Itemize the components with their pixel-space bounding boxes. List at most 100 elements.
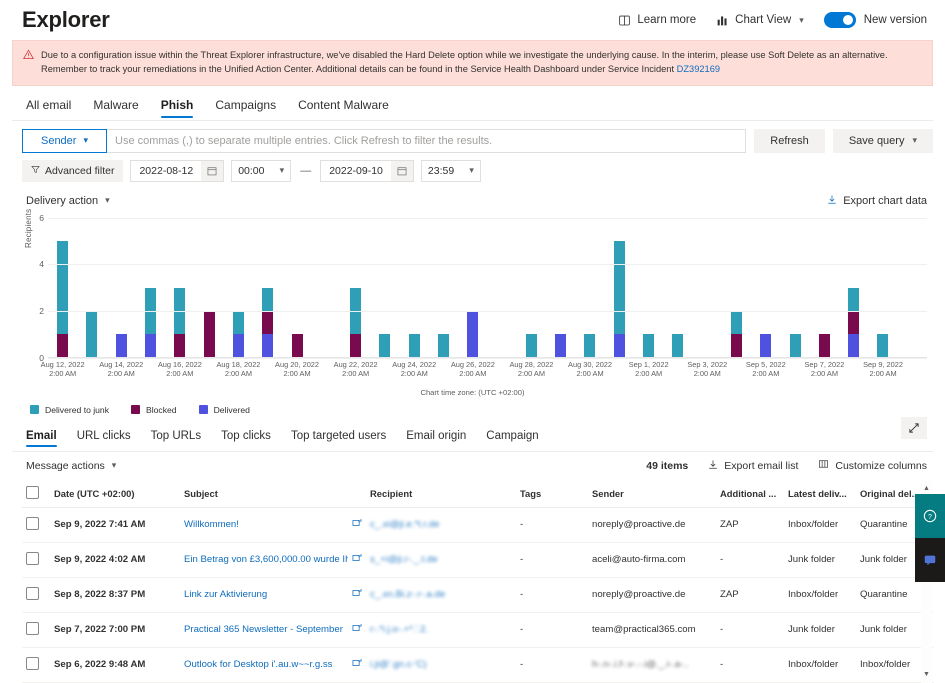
- chart-bar-slot[interactable]: [810, 218, 839, 358]
- chart-bar-slot[interactable]: [780, 218, 809, 358]
- toggle-switch[interactable]: [823, 12, 856, 28]
- export-chart-data-button[interactable]: Export chart data: [827, 194, 927, 208]
- col-header-sender[interactable]: Sender: [588, 480, 716, 508]
- open-email-icon[interactable]: [352, 623, 362, 636]
- chart-bar-slot[interactable]: [722, 218, 751, 358]
- scroll-up-arrow[interactable]: ▲: [921, 483, 932, 495]
- chart-bar-segment[interactable]: [584, 334, 596, 358]
- chart-bar-slot[interactable]: [194, 218, 223, 358]
- tab-all-email[interactable]: All email: [26, 98, 71, 118]
- tab-url-clicks[interactable]: URL clicks: [77, 430, 131, 447]
- chart-bar-segment[interactable]: [203, 311, 215, 358]
- tab-email-origin[interactable]: Email origin: [406, 430, 466, 447]
- chart-bar-segment[interactable]: [262, 287, 274, 312]
- export-email-list-button[interactable]: Export email list: [708, 459, 798, 473]
- chart-bar-slot[interactable]: [458, 218, 487, 358]
- cell-subject[interactable]: Practical 365 Newsletter - September: [180, 612, 366, 648]
- col-header-subject[interactable]: Subject: [180, 480, 366, 508]
- chart-bar-stack[interactable]: [848, 287, 860, 358]
- chart-bar-stack[interactable]: [672, 334, 684, 358]
- chart-bar-stack[interactable]: [57, 241, 69, 358]
- advanced-filter-button[interactable]: Advanced filter: [22, 159, 124, 182]
- chart-bar-segment[interactable]: [86, 311, 98, 358]
- chart-bar-segment[interactable]: [115, 334, 127, 358]
- service-incident-link[interactable]: DZ392169: [677, 64, 720, 74]
- chart-bar-slot[interactable]: [77, 218, 106, 358]
- chart-bar-segment[interactable]: [57, 241, 69, 335]
- subject-link[interactable]: Outlook for Desktop i'.au.w~~r.g.ss: [184, 659, 332, 670]
- chart-bar-stack[interactable]: [438, 334, 449, 358]
- open-email-icon[interactable]: [352, 553, 362, 566]
- chart-bar-segment[interactable]: [145, 334, 157, 358]
- chart-bar-slot[interactable]: [48, 218, 77, 358]
- chart-bar-stack[interactable]: [145, 287, 157, 358]
- col-header-recipient[interactable]: Recipient: [366, 480, 516, 508]
- chart-bar-stack[interactable]: [379, 334, 391, 358]
- chart-bar-segment[interactable]: [291, 334, 303, 358]
- chart-bar-stack[interactable]: [203, 311, 215, 358]
- help-widget-button[interactable]: ?: [915, 494, 945, 538]
- chart-bar-stack[interactable]: [232, 311, 244, 358]
- chart-bar-stack[interactable]: [525, 334, 537, 358]
- chart-bar-stack[interactable]: [643, 334, 655, 358]
- chart-bar-stack[interactable]: [555, 334, 567, 358]
- calendar-icon[interactable]: [201, 160, 224, 181]
- tab-content-malware[interactable]: Content Malware: [298, 98, 389, 118]
- chart-bar-segment[interactable]: [730, 334, 742, 358]
- row-checkbox[interactable]: [26, 516, 39, 530]
- table-row[interactable]: Sep 9, 2022 7:41 AM Willkommen! c_.xi@ji.e…: [22, 507, 934, 543]
- chart-bar-slot[interactable]: [400, 218, 429, 358]
- chart-bar-segment[interactable]: [730, 311, 742, 335]
- chart-legend-item[interactable]: Delivered: [198, 405, 250, 415]
- row-checkbox[interactable]: [26, 621, 39, 635]
- sender-dropdown[interactable]: Sender ▾: [22, 128, 107, 153]
- chart-bar-slot[interactable]: [575, 218, 604, 358]
- chart-bar-segment[interactable]: [672, 334, 684, 358]
- chart-bar-stack[interactable]: [877, 334, 889, 358]
- chart-bar-slot[interactable]: [487, 218, 516, 358]
- open-email-icon[interactable]: [352, 658, 362, 671]
- chart-legend-item[interactable]: Delivered to junk: [30, 405, 109, 415]
- subject-link[interactable]: Willkommen!: [184, 519, 239, 530]
- chart-bar-slot[interactable]: [868, 218, 897, 358]
- chart-bar-stack[interactable]: [467, 311, 479, 358]
- chart-bar-segment[interactable]: [174, 334, 186, 358]
- chart-bar-slot[interactable]: [605, 218, 634, 358]
- chart-bar-stack[interactable]: [613, 241, 625, 358]
- cell-subject[interactable]: Outlook for Desktop i'.au.w~~r.g.ss: [180, 647, 366, 683]
- chart-bar-slot[interactable]: [253, 218, 282, 358]
- start-date-field[interactable]: 2022-08-12: [130, 159, 225, 182]
- chart-bar-segment[interactable]: [525, 334, 537, 358]
- tab-top-clicks[interactable]: Top clicks: [221, 430, 271, 447]
- col-header-additional[interactable]: Additional ...: [716, 480, 784, 508]
- chart-bar-slot[interactable]: [370, 218, 399, 358]
- col-header-date[interactable]: Date (UTC +02:00): [50, 480, 180, 508]
- chart-bar-slot[interactable]: [634, 218, 663, 358]
- tab-top-urls[interactable]: Top URLs: [151, 430, 202, 447]
- chart-bar-slot[interactable]: [517, 218, 546, 358]
- cell-subject[interactable]: Willkommen!: [180, 507, 366, 543]
- end-date-field[interactable]: 2022-09-10: [320, 159, 414, 182]
- chart-bar-stack[interactable]: [760, 334, 772, 358]
- subject-link[interactable]: Practical 365 Newsletter - September: [184, 624, 343, 635]
- refresh-button[interactable]: Refresh: [754, 128, 825, 153]
- customize-columns-button[interactable]: Customize columns: [818, 459, 927, 473]
- chart-bar-segment[interactable]: [848, 311, 860, 335]
- row-checkbox[interactable]: [26, 551, 39, 565]
- chart-bar-segment[interactable]: [555, 334, 567, 358]
- chart-bar-segment[interactable]: [262, 334, 274, 358]
- row-checkbox[interactable]: [26, 656, 39, 670]
- chart-bar-slot[interactable]: [136, 218, 165, 358]
- table-row[interactable]: Sep 6, 2022 9:48 AM Outlook for Desktop i…: [22, 647, 934, 683]
- chart-bar-stack[interactable]: [86, 311, 98, 358]
- chart-bar-segment[interactable]: [232, 334, 244, 358]
- chart-bar-stack[interactable]: [408, 334, 420, 358]
- chart-bar-segment[interactable]: [350, 334, 362, 358]
- tab-top-targeted-users[interactable]: Top targeted users: [291, 430, 386, 447]
- chart-bar-stack[interactable]: [584, 334, 596, 358]
- chart-bar-slot[interactable]: [546, 218, 575, 358]
- chart-bar-slot[interactable]: [693, 218, 722, 358]
- chart-bar-slot[interactable]: [663, 218, 692, 358]
- chart-bar-segment[interactable]: [848, 334, 860, 358]
- chart-bar-segment[interactable]: [408, 334, 420, 358]
